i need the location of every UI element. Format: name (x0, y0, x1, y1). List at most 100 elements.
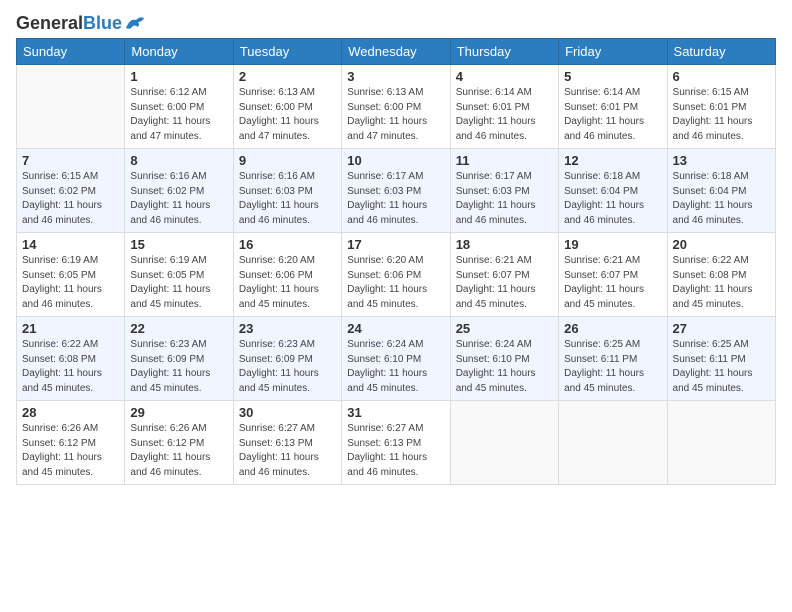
day-number: 4 (456, 69, 553, 84)
calendar-day-cell: 5Sunrise: 6:14 AMSunset: 6:01 PMDaylight… (559, 65, 667, 149)
day-number: 18 (456, 237, 553, 252)
calendar-week-row: 1 Sunrise: 6:12 AMSunset: 6:00 PMDaylight… (17, 65, 776, 149)
calendar-day-cell: 17 Sunrise: 6:20 AMSunset: 6:06 PMDayligh… (342, 233, 450, 317)
day-number: 10 (347, 153, 444, 168)
day-info: Sunrise: 6:21 AMSunset: 6:07 PMDaylight:… (564, 254, 661, 312)
day-info: Sunrise: 6:24 AMSunset: 6:10 PMDaylight:… (456, 338, 553, 396)
day-number: 21 (22, 321, 119, 336)
calendar-day-cell: 22Sunrise: 6:23 AMSunset: 6:09 PMDayligh… (125, 317, 233, 401)
day-number: 30 (239, 405, 336, 420)
header: GeneralBlue (16, 10, 776, 32)
day-info: Sunrise: 6:12 AMSunset: 6:00 PMDaylight:… (130, 86, 227, 144)
day-info: Sunrise: 6:22 AMSunset: 6:08 PMDaylight:… (22, 338, 119, 396)
calendar-day-cell: 4 Sunrise: 6:14 AMSunset: 6:01 PMDaylight… (450, 65, 558, 149)
day-info: Sunrise: 6:14 AMSunset: 6:01 PMDaylight:… (564, 86, 661, 144)
day-info: Sunrise: 6:16 AMSunset: 6:02 PMDaylight:… (130, 170, 227, 228)
calendar-day-cell (559, 401, 667, 485)
day-number: 12 (564, 153, 661, 168)
day-info: Sunrise: 6:20 AMSunset: 6:06 PMDaylight:… (239, 254, 336, 312)
day-info: Sunrise: 6:26 AMSunset: 6:12 PMDaylight:… (22, 422, 119, 480)
day-of-week-header: Thursday (450, 39, 558, 65)
day-info: Sunrise: 6:20 AMSunset: 6:06 PMDaylight:… (347, 254, 444, 312)
calendar-day-cell: 31Sunrise: 6:27 AMSunset: 6:13 PMDayligh… (342, 401, 450, 485)
calendar-table: SundayMondayTuesdayWednesdayThursdayFrid… (16, 38, 776, 485)
calendar-header-row: SundayMondayTuesdayWednesdayThursdayFrid… (17, 39, 776, 65)
calendar-day-cell: 16 Sunrise: 6:20 AMSunset: 6:06 PMDayligh… (233, 233, 341, 317)
calendar-day-cell: 20 Sunrise: 6:22 AMSunset: 6:08 PMDayligh… (667, 233, 775, 317)
page: GeneralBlue SundayMondayTuesdayWednesday… (0, 0, 792, 612)
day-number: 2 (239, 69, 336, 84)
calendar-week-row: 7Sunrise: 6:15 AMSunset: 6:02 PMDaylight… (17, 149, 776, 233)
logo-text: GeneralBlue (16, 14, 122, 32)
day-number: 22 (130, 321, 227, 336)
calendar-day-cell: 29 Sunrise: 6:26 AMSunset: 6:12 PMDayligh… (125, 401, 233, 485)
calendar-day-cell: 18 Sunrise: 6:21 AMSunset: 6:07 PMDayligh… (450, 233, 558, 317)
calendar-day-cell: 15 Sunrise: 6:19 AMSunset: 6:05 PMDayligh… (125, 233, 233, 317)
calendar-day-cell (450, 401, 558, 485)
calendar-day-cell: 10 Sunrise: 6:17 AMSunset: 6:03 PMDayligh… (342, 149, 450, 233)
day-info: Sunrise: 6:18 AMSunset: 6:04 PMDaylight:… (564, 170, 661, 228)
calendar-day-cell: 25Sunrise: 6:24 AMSunset: 6:10 PMDayligh… (450, 317, 558, 401)
day-of-week-header: Friday (559, 39, 667, 65)
day-number: 14 (22, 237, 119, 252)
calendar-day-cell: 7Sunrise: 6:15 AMSunset: 6:02 PMDaylight… (17, 149, 125, 233)
day-info: Sunrise: 6:17 AMSunset: 6:03 PMDaylight:… (347, 170, 444, 228)
calendar-day-cell: 27 Sunrise: 6:25 AMSunset: 6:11 PMDayligh… (667, 317, 775, 401)
day-number: 15 (130, 237, 227, 252)
day-number: 17 (347, 237, 444, 252)
day-info: Sunrise: 6:14 AMSunset: 6:01 PMDaylight:… (456, 86, 553, 144)
day-info: Sunrise: 6:16 AMSunset: 6:03 PMDaylight:… (239, 170, 336, 228)
calendar-day-cell: 28Sunrise: 6:26 AMSunset: 6:12 PMDayligh… (17, 401, 125, 485)
calendar-day-cell: 12 Sunrise: 6:18 AMSunset: 6:04 PMDayligh… (559, 149, 667, 233)
day-info: Sunrise: 6:25 AMSunset: 6:11 PMDaylight:… (564, 338, 661, 396)
day-info: Sunrise: 6:13 AMSunset: 6:00 PMDaylight:… (347, 86, 444, 144)
calendar-day-cell: 11 Sunrise: 6:17 AMSunset: 6:03 PMDayligh… (450, 149, 558, 233)
day-number: 1 (130, 69, 227, 84)
calendar-day-cell: 19 Sunrise: 6:21 AMSunset: 6:07 PMDayligh… (559, 233, 667, 317)
day-number: 16 (239, 237, 336, 252)
day-info: Sunrise: 6:26 AMSunset: 6:12 PMDaylight:… (130, 422, 227, 480)
logo-general: General (16, 13, 83, 33)
calendar-day-cell: 6Sunrise: 6:15 AMSunset: 6:01 PMDaylight… (667, 65, 775, 149)
logo-blue: Blue (83, 13, 122, 33)
day-number: 20 (673, 237, 770, 252)
day-info: Sunrise: 6:19 AMSunset: 6:05 PMDaylight:… (130, 254, 227, 312)
calendar-day-cell: 14 Sunrise: 6:19 AMSunset: 6:05 PMDayligh… (17, 233, 125, 317)
day-info: Sunrise: 6:18 AMSunset: 6:04 PMDaylight:… (673, 170, 770, 228)
day-info: Sunrise: 6:25 AMSunset: 6:11 PMDaylight:… (673, 338, 770, 396)
day-info: Sunrise: 6:15 AMSunset: 6:01 PMDaylight:… (673, 86, 770, 144)
day-number: 3 (347, 69, 444, 84)
day-number: 23 (239, 321, 336, 336)
calendar-day-cell: 26 Sunrise: 6:25 AMSunset: 6:11 PMDayligh… (559, 317, 667, 401)
day-of-week-header: Monday (125, 39, 233, 65)
calendar-day-cell (667, 401, 775, 485)
day-info: Sunrise: 6:21 AMSunset: 6:07 PMDaylight:… (456, 254, 553, 312)
logo: GeneralBlue (16, 10, 146, 32)
day-info: Sunrise: 6:17 AMSunset: 6:03 PMDaylight:… (456, 170, 553, 228)
day-number: 11 (456, 153, 553, 168)
day-info: Sunrise: 6:27 AMSunset: 6:13 PMDaylight:… (347, 422, 444, 480)
day-number: 29 (130, 405, 227, 420)
calendar-day-cell: 23Sunrise: 6:23 AMSunset: 6:09 PMDayligh… (233, 317, 341, 401)
day-of-week-header: Wednesday (342, 39, 450, 65)
day-info: Sunrise: 6:19 AMSunset: 6:05 PMDaylight:… (22, 254, 119, 312)
calendar-week-row: 21 Sunrise: 6:22 AMSunset: 6:08 PMDayligh… (17, 317, 776, 401)
calendar-day-cell: 30 Sunrise: 6:27 AMSunset: 6:13 PMDayligh… (233, 401, 341, 485)
calendar-day-cell (17, 65, 125, 149)
day-number: 8 (130, 153, 227, 168)
calendar-day-cell: 8 Sunrise: 6:16 AMSunset: 6:02 PMDaylight… (125, 149, 233, 233)
calendar-day-cell: 13Sunrise: 6:18 AMSunset: 6:04 PMDayligh… (667, 149, 775, 233)
calendar-week-row: 28Sunrise: 6:26 AMSunset: 6:12 PMDayligh… (17, 401, 776, 485)
day-number: 19 (564, 237, 661, 252)
day-number: 27 (673, 321, 770, 336)
day-info: Sunrise: 6:27 AMSunset: 6:13 PMDaylight:… (239, 422, 336, 480)
calendar-day-cell: 21 Sunrise: 6:22 AMSunset: 6:08 PMDayligh… (17, 317, 125, 401)
day-info: Sunrise: 6:24 AMSunset: 6:10 PMDaylight:… (347, 338, 444, 396)
day-of-week-header: Saturday (667, 39, 775, 65)
calendar-day-cell: 9 Sunrise: 6:16 AMSunset: 6:03 PMDaylight… (233, 149, 341, 233)
day-info: Sunrise: 6:22 AMSunset: 6:08 PMDaylight:… (673, 254, 770, 312)
day-number: 9 (239, 153, 336, 168)
calendar-day-cell: 3 Sunrise: 6:13 AMSunset: 6:00 PMDaylight… (342, 65, 450, 149)
day-number: 26 (564, 321, 661, 336)
day-number: 24 (347, 321, 444, 336)
